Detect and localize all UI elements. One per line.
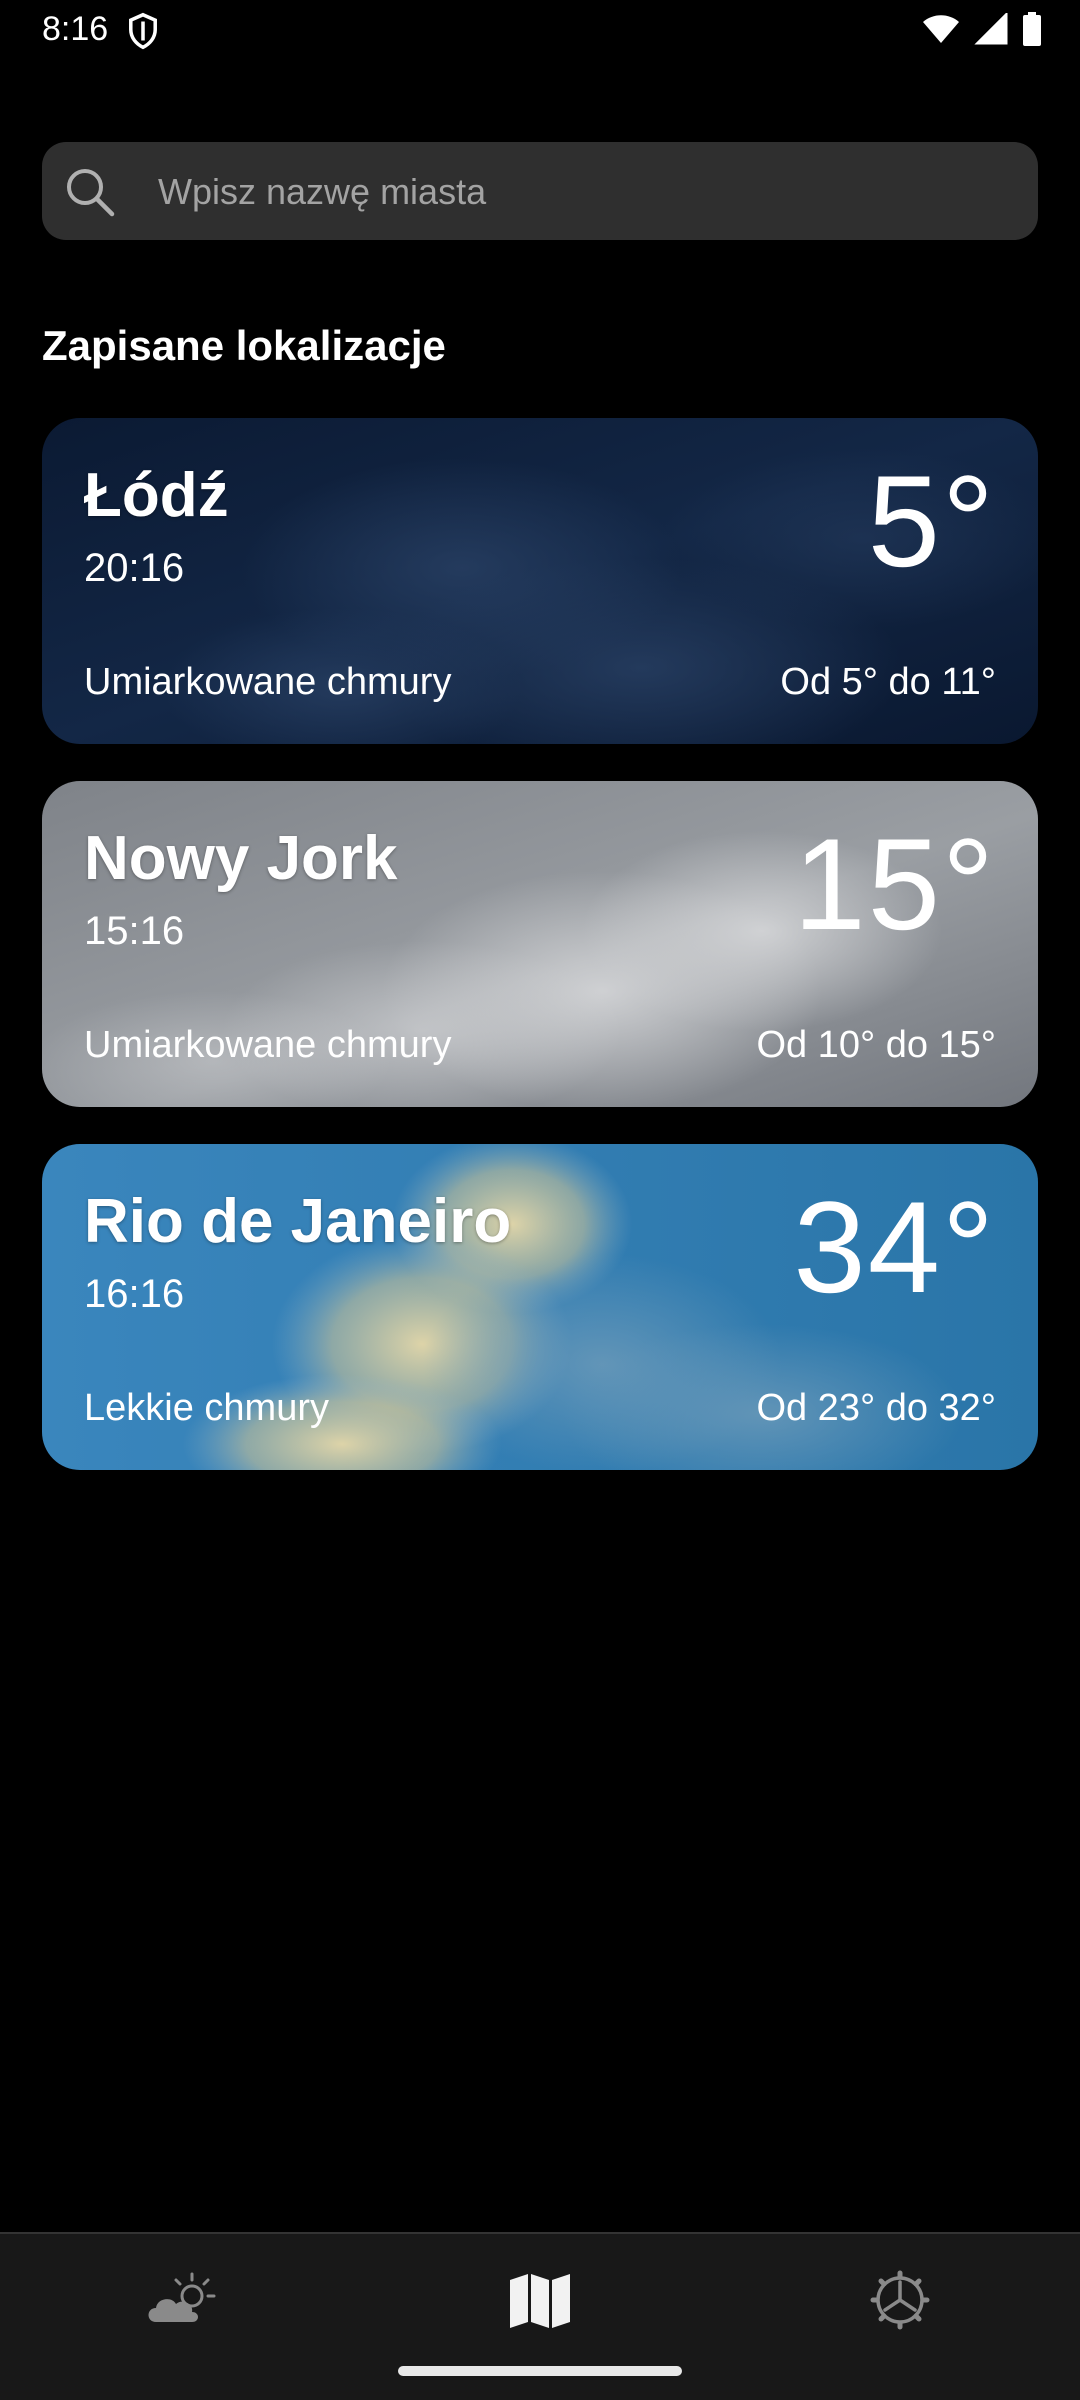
status-icons <box>922 12 1042 46</box>
location-card-rio-de-janeiro[interactable]: Rio de Janeiro 16:16 34° Lekkie chmury O… <box>42 1144 1038 1470</box>
card-city-name: Łódź <box>84 461 229 530</box>
card-temp-range: Od 10° do 15° <box>756 1024 996 1066</box>
location-card-new-york[interactable]: Nowy Jork 15:16 15° Umiarkowane chmury O… <box>42 781 1038 1107</box>
settings-gear-icon <box>870 2270 930 2330</box>
card-local-time: 15:16 <box>84 909 185 953</box>
wifi-icon <box>923 15 959 43</box>
card-condition: Umiarkowane chmury <box>84 661 452 703</box>
signal-icon <box>974 13 1008 45</box>
search-icon <box>67 169 115 217</box>
shield-icon <box>129 12 157 50</box>
saved-locations-heading: Zapisane lokalizacje <box>42 322 446 369</box>
status-bar: 8:16 <box>0 0 1080 64</box>
card-temperature: 5° <box>867 448 996 594</box>
nav-map-tab[interactable] <box>485 2260 595 2340</box>
card-local-time: 16:16 <box>84 1272 185 1316</box>
home-gesture-bar[interactable] <box>398 2366 682 2376</box>
card-temperature: 34° <box>793 1174 996 1320</box>
card-condition: Lekkie chmury <box>84 1387 329 1429</box>
city-search-input[interactable] <box>156 142 1020 242</box>
card-city-name: Rio de Janeiro <box>84 1187 512 1256</box>
status-time: 8:16 <box>42 10 109 48</box>
location-card-lodz[interactable]: Łódź 20:16 5° Umiarkowane chmury Od 5° d… <box>42 418 1038 744</box>
card-city-name: Nowy Jork <box>84 824 398 893</box>
map-icon <box>510 2274 570 2328</box>
battery-icon <box>1023 12 1041 46</box>
partly-cloudy-icon <box>148 2272 216 2322</box>
nav-weather-tab[interactable] <box>127 2260 237 2340</box>
search-bar[interactable] <box>42 142 1038 242</box>
weather-app-screen: 8:16 Zapisane lokalizacje <box>0 0 1080 2400</box>
card-temp-range: Od 23° do 32° <box>756 1387 996 1429</box>
card-condition: Umiarkowane chmury <box>84 1024 452 1066</box>
card-temperature: 15° <box>793 811 996 957</box>
card-temp-range: Od 5° do 11° <box>780 661 996 703</box>
nav-settings-tab[interactable] <box>845 2260 955 2340</box>
card-local-time: 20:16 <box>84 546 185 590</box>
